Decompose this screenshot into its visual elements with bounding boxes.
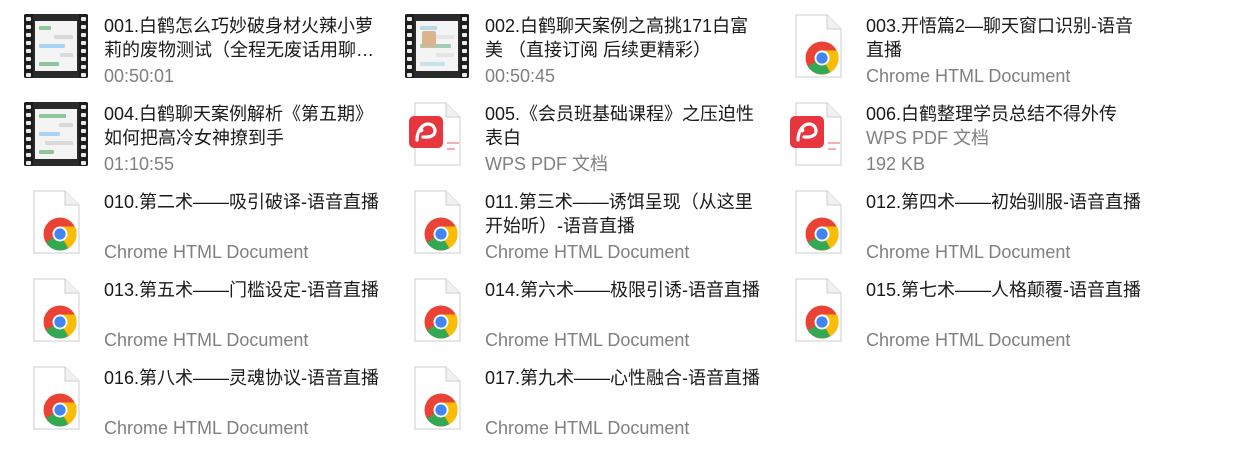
pdf-lines-icon: [828, 142, 840, 150]
chrome-logo-icon: [424, 305, 458, 339]
file-name: 011.第三术——诱饵呈现（从这里开始听）-语音直播: [485, 192, 753, 236]
file-item[interactable]: 006.白鹤整理学员总结不得外传 WPS PDF 文档 192 KB: [786, 102, 1156, 188]
pdf-lines-icon: [447, 142, 459, 150]
file-item[interactable]: 001.白鹤怎么巧妙破身材火辣小萝莉的废物测试（全程无废话用聊天案例分析） 00:…: [24, 14, 394, 100]
chrome-logo-icon: [43, 393, 77, 427]
chrome-logo-icon: [805, 41, 839, 75]
video-thumbnail-icon: [24, 102, 88, 166]
wps-pdf-logo-icon: [790, 116, 824, 148]
file-name: 006.白鹤整理学员总结不得外传: [866, 104, 1118, 124]
file-item[interactable]: 015.第七术——人格颠覆-语音直播 Chrome HTML Document: [786, 278, 1156, 364]
file-name: 016.第八术——灵魂协议-语音直播: [104, 368, 380, 388]
chrome-html-file-icon: [786, 278, 850, 342]
file-item[interactable]: 004.白鹤聊天案例解析《第五期》如何把高冷女神撩到手 01:10:55: [24, 102, 394, 188]
chrome-html-file-icon: [24, 366, 88, 430]
file-type: Chrome HTML Document: [485, 242, 690, 262]
file-name: 012.第四术——初始驯服-语音直播: [866, 192, 1142, 212]
file-item[interactable]: 016.第八术——灵魂协议-语音直播 Chrome HTML Document: [24, 366, 394, 452]
chrome-logo-icon: [424, 393, 458, 427]
chrome-logo-icon: [43, 217, 77, 251]
file-name: 001.白鹤怎么巧妙破身材火辣小萝莉的废物测试（全程无废话用聊天案例分析）: [104, 16, 374, 60]
file-name: 014.第六术——极限引诱-语音直播: [485, 280, 761, 300]
file-type: Chrome HTML Document: [866, 242, 1071, 262]
file-item[interactable]: 012.第四术——初始驯服-语音直播 Chrome HTML Document: [786, 190, 1156, 276]
file-type: Chrome HTML Document: [485, 330, 690, 350]
video-thumbnail-icon: [405, 14, 469, 78]
file-size: 192 KB: [866, 154, 926, 174]
file-item[interactable]: 014.第六术——极限引诱-语音直播 Chrome HTML Document: [405, 278, 775, 364]
file-duration: 01:10:55: [104, 154, 175, 174]
file-item[interactable]: 011.第三术——诱饵呈现（从这里开始听）-语音直播 Chrome HTML Do…: [405, 190, 775, 276]
file-grid: 001.白鹤怎么巧妙破身材火辣小萝莉的废物测试（全程无废话用聊天案例分析） 00:…: [0, 0, 1237, 467]
file-type: WPS PDF 文档: [866, 128, 990, 148]
file-type: Chrome HTML Document: [485, 418, 690, 438]
chrome-logo-icon: [43, 305, 77, 339]
pdf-file-icon: [786, 102, 850, 166]
wps-pdf-logo-icon: [409, 116, 443, 148]
file-name: 003.开悟篇2—聊天窗口识别-语音直播: [866, 16, 1134, 60]
file-name: 010.第二术——吸引破译-语音直播: [104, 192, 380, 212]
file-item[interactable]: 002.白鹤聊天案例之高挑171白富美 （直接订阅 后续更精彩） 00:50:45: [405, 14, 775, 100]
file-type: Chrome HTML Document: [104, 418, 309, 438]
file-duration: 00:50:45: [485, 66, 556, 86]
file-name: 017.第九术——心性融合-语音直播: [485, 368, 761, 388]
file-item[interactable]: 005.《会员班基础课程》之压迫性表白 WPS PDF 文档: [405, 102, 775, 188]
chrome-html-file-icon: [24, 190, 88, 254]
pdf-file-icon: [405, 102, 469, 166]
file-name: 002.白鹤聊天案例之高挑171白富美 （直接订阅 后续更精彩）: [485, 16, 749, 60]
file-type: Chrome HTML Document: [866, 66, 1071, 86]
file-name: 013.第五术——门槛设定-语音直播: [104, 280, 380, 300]
chrome-logo-icon: [805, 305, 839, 339]
chrome-html-file-icon: [24, 278, 88, 342]
chrome-logo-icon: [424, 217, 458, 251]
chrome-html-file-icon: [786, 14, 850, 78]
file-item[interactable]: 017.第九术——心性融合-语音直播 Chrome HTML Document: [405, 366, 775, 452]
file-duration: 00:50:01: [104, 66, 175, 86]
file-type: WPS PDF 文档: [485, 154, 609, 174]
chrome-html-file-icon: [786, 190, 850, 254]
chrome-html-file-icon: [405, 366, 469, 430]
file-name: 004.白鹤聊天案例解析《第五期》如何把高冷女神撩到手: [104, 104, 374, 148]
file-name: 005.《会员班基础课程》之压迫性表白: [485, 104, 755, 148]
file-type: Chrome HTML Document: [866, 330, 1071, 350]
video-thumbnail-icon: [24, 14, 88, 78]
chrome-html-file-icon: [405, 190, 469, 254]
file-item[interactable]: 010.第二术——吸引破译-语音直播 Chrome HTML Document: [24, 190, 394, 276]
file-name: 015.第七术——人格颠覆-语音直播: [866, 280, 1142, 300]
file-type: Chrome HTML Document: [104, 330, 309, 350]
chrome-html-file-icon: [405, 278, 469, 342]
file-item[interactable]: 013.第五术——门槛设定-语音直播 Chrome HTML Document: [24, 278, 394, 364]
file-item[interactable]: 003.开悟篇2—聊天窗口识别-语音直播 Chrome HTML Document: [786, 14, 1156, 100]
file-type: Chrome HTML Document: [104, 242, 309, 262]
chrome-logo-icon: [805, 217, 839, 251]
